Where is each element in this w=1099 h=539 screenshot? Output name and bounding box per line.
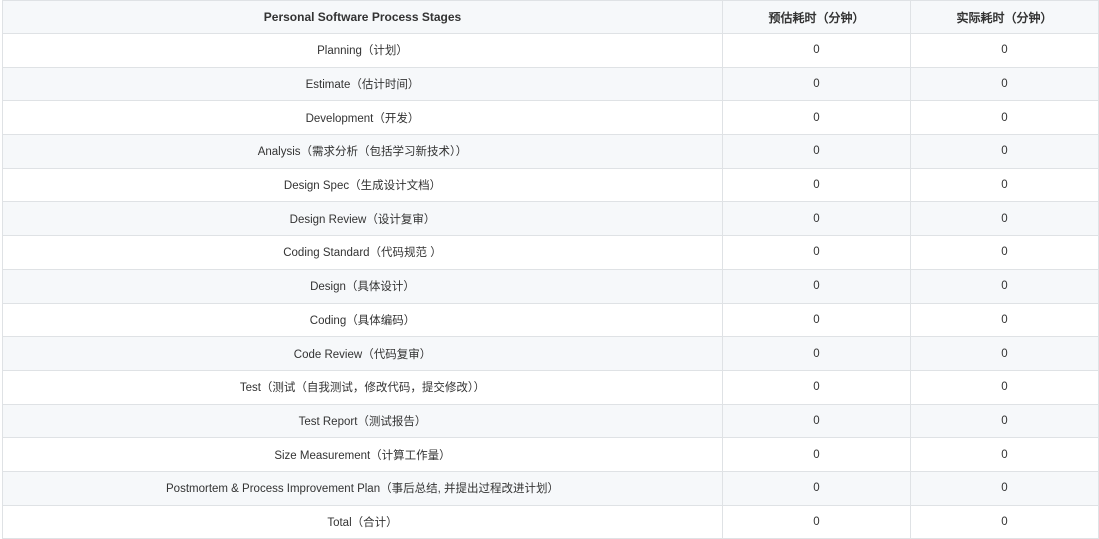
- estimated-cell: 0: [722, 369, 911, 405]
- actual-cell: 0: [910, 66, 1099, 102]
- stage-cell: Size Measurement（计算工作量）: [2, 437, 723, 472]
- header-row: Personal Software Process Stages 预估耗时（分钟…: [2, 0, 1099, 34]
- table-row: Test（测试（自我测试，修改代码，提交修改）） 0 0: [2, 369, 1099, 405]
- header-actual: 实际耗时（分钟）: [910, 0, 1099, 34]
- stage-cell: Test（测试（自我测试，修改代码，提交修改））: [2, 369, 723, 405]
- table-row: Analysis（需求分析（包括学习新技术）） 0 0: [2, 134, 1099, 169]
- actual-cell: 0: [910, 437, 1099, 472]
- actual-cell: 0: [910, 235, 1099, 270]
- table-row: Size Measurement（计算工作量） 0 0: [2, 437, 1099, 472]
- psp-table: Personal Software Process Stages 预估耗时（分钟…: [2, 0, 1099, 539]
- stage-cell: Estimate（估计时间）: [2, 66, 723, 102]
- actual-cell: 0: [910, 201, 1099, 237]
- table-row: Design Review（设计复审） 0 0: [2, 201, 1099, 237]
- stage-cell: Coding Standard（代码规范 ）: [2, 235, 723, 270]
- table-row: Design Spec（生成设计文档） 0 0: [2, 167, 1099, 203]
- actual-cell: 0: [910, 268, 1099, 304]
- table-row: Planning（计划） 0 0: [2, 33, 1099, 68]
- table-row: Coding（具体编码） 0 0: [2, 302, 1099, 338]
- estimated-cell: 0: [722, 100, 911, 136]
- stage-cell: Design Spec（生成设计文档）: [2, 167, 723, 203]
- estimated-cell: 0: [722, 302, 911, 338]
- table-row: Coding Standard（代码规范 ） 0 0: [2, 235, 1099, 270]
- estimated-cell: 0: [722, 403, 911, 439]
- actual-cell: 0: [910, 504, 1099, 539]
- estimated-cell: 0: [722, 167, 911, 203]
- estimated-cell: 0: [722, 33, 911, 68]
- stage-cell: Analysis（需求分析（包括学习新技术））: [2, 134, 723, 169]
- actual-cell: 0: [910, 403, 1099, 439]
- stage-cell: Postmortem & Process Improvement Plan（事后…: [2, 470, 723, 506]
- table-row: Development（开发） 0 0: [2, 100, 1099, 136]
- total-row: Total（合计） 0 0: [2, 504, 1099, 539]
- estimated-cell: 0: [722, 66, 911, 102]
- table-row: Design（具体设计） 0 0: [2, 268, 1099, 304]
- stage-cell: Design（具体设计）: [2, 268, 723, 304]
- stage-cell: Development（开发）: [2, 100, 723, 136]
- estimated-cell: 0: [722, 201, 911, 237]
- actual-cell: 0: [910, 134, 1099, 169]
- estimated-cell: 0: [722, 235, 911, 270]
- table-row: Estimate（估计时间） 0 0: [2, 66, 1099, 102]
- estimated-cell: 0: [722, 134, 911, 169]
- actual-cell: 0: [910, 336, 1099, 371]
- stage-cell: Test Report（测试报告）: [2, 403, 723, 439]
- estimated-cell: 0: [722, 470, 911, 506]
- header-stage: Personal Software Process Stages: [2, 0, 723, 34]
- stage-cell: Planning（计划）: [2, 33, 723, 68]
- actual-cell: 0: [910, 167, 1099, 203]
- stage-cell: Coding（具体编码）: [2, 302, 723, 338]
- estimated-cell: 0: [722, 268, 911, 304]
- actual-cell: 0: [910, 470, 1099, 506]
- psp-table-container: Personal Software Process Stages 预估耗时（分钟…: [0, 0, 1099, 539]
- stage-cell: Total（合计）: [2, 504, 723, 539]
- actual-cell: 0: [910, 100, 1099, 136]
- header-estimated: 预估耗时（分钟）: [722, 0, 911, 34]
- estimated-cell: 0: [722, 336, 911, 371]
- table-row: Postmortem & Process Improvement Plan（事后…: [2, 470, 1099, 506]
- table-row: Test Report（测试报告） 0 0: [2, 403, 1099, 439]
- actual-cell: 0: [910, 369, 1099, 405]
- stage-cell: Code Review（代码复审）: [2, 336, 723, 371]
- table-row: Code Review（代码复审） 0 0: [2, 336, 1099, 371]
- stage-cell: Design Review（设计复审）: [2, 201, 723, 237]
- actual-cell: 0: [910, 302, 1099, 338]
- estimated-cell: 0: [722, 504, 911, 539]
- estimated-cell: 0: [722, 437, 911, 472]
- actual-cell: 0: [910, 33, 1099, 68]
